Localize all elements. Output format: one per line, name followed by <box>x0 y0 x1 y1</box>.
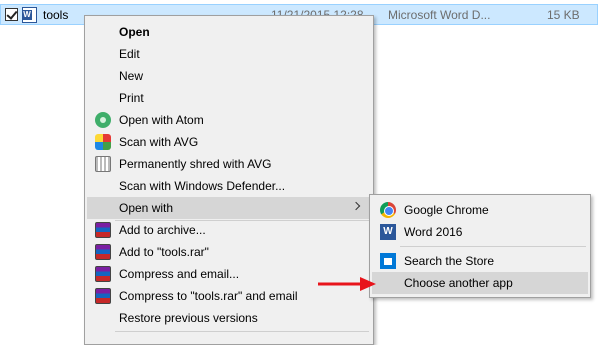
word-document-icon <box>22 7 37 23</box>
winrar-icon <box>95 266 111 282</box>
menu-item-add-to-tools-rar[interactable]: Add to "tools.rar" <box>87 241 371 263</box>
context-menu: Open Edit New Print Open with Atom Scan … <box>84 15 374 345</box>
menu-item-label: Restore previous versions <box>119 311 258 325</box>
menu-item-label: Print <box>119 91 144 105</box>
menu-item-label: Edit <box>119 47 140 61</box>
atom-icon <box>95 112 111 128</box>
menu-item-label: Open with <box>119 201 174 215</box>
file-size: 15 KB <box>547 8 580 22</box>
menu-item-shred-avg[interactable]: Permanently shred with AVG <box>87 153 371 175</box>
submenu-item-label: Search the Store <box>404 254 495 268</box>
submenu-item-label: Choose another app <box>404 276 513 290</box>
word-icon: W <box>380 224 396 240</box>
submenu-item-label: Word 2016 <box>404 225 463 239</box>
menu-item-label: Open <box>119 25 150 39</box>
submenu-item-google-chrome[interactable]: Google Chrome <box>372 199 588 221</box>
winrar-icon <box>95 288 111 304</box>
submenu-item-choose-another-app[interactable]: Choose another app <box>372 272 588 294</box>
menu-item-label: Open with Atom <box>119 113 204 127</box>
menu-item-label: Add to "tools.rar" <box>119 245 209 259</box>
menu-item-open-with[interactable]: Open with <box>87 197 371 219</box>
menu-item-edit[interactable]: Edit <box>87 43 371 65</box>
menu-item-label: New <box>119 69 144 83</box>
winrar-icon <box>95 244 111 260</box>
avg-icon <box>95 134 111 150</box>
open-with-submenu: Google Chrome W Word 2016 Search the Sto… <box>369 194 591 298</box>
menu-item-label: Scan with AVG <box>119 135 199 149</box>
file-name: tools <box>43 8 69 22</box>
red-arrow-annotation <box>318 277 376 291</box>
chrome-icon <box>380 202 396 218</box>
chevron-right-icon <box>351 201 361 211</box>
menu-item-label: Permanently shred with AVG <box>119 157 272 171</box>
menu-item-label: Scan with Windows Defender... <box>119 179 286 193</box>
menu-item-scan-defender[interactable]: Scan with Windows Defender... <box>87 175 371 197</box>
menu-item-scan-avg[interactable]: Scan with AVG <box>87 131 371 153</box>
store-icon <box>380 253 396 269</box>
file-type: Microsoft Word D... <box>388 8 491 22</box>
submenu-separator <box>400 246 586 247</box>
menu-item-add-to-archive[interactable]: Add to archive... <box>87 219 371 241</box>
menu-item-open-with-atom[interactable]: Open with Atom <box>87 109 371 131</box>
checkbox[interactable] <box>5 8 18 21</box>
shredder-icon <box>95 156 111 172</box>
menu-item-restore-previous-versions[interactable]: Restore previous versions <box>87 307 371 329</box>
menu-item-label: Compress to "tools.rar" and email <box>119 289 298 303</box>
winrar-icon <box>95 222 111 238</box>
menu-item-open[interactable]: Open <box>87 21 371 43</box>
submenu-item-label: Google Chrome <box>404 203 489 217</box>
submenu-item-word-2016[interactable]: W Word 2016 <box>372 221 588 243</box>
menu-item-print[interactable]: Print <box>87 87 371 109</box>
menu-item-new[interactable]: New <box>87 65 371 87</box>
submenu-item-search-store[interactable]: Search the Store <box>372 250 588 272</box>
menu-item-label: Add to archive... <box>119 223 206 237</box>
menu-item-label: Compress and email... <box>119 267 240 281</box>
